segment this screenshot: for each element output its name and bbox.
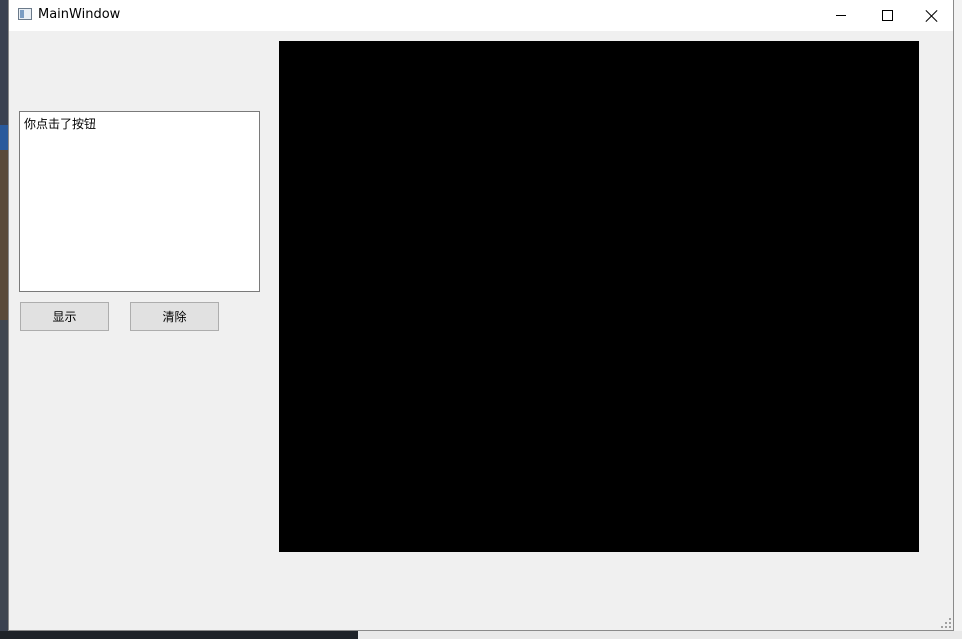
close-icon	[926, 10, 938, 22]
clear-button[interactable]: 清除	[130, 302, 219, 331]
desktop-strip	[0, 320, 8, 620]
maximize-button[interactable]	[864, 0, 910, 31]
show-button[interactable]: 显示	[20, 302, 109, 331]
maximize-icon	[881, 10, 893, 21]
window-title: MainWindow	[38, 7, 121, 22]
size-grip[interactable]	[941, 618, 951, 628]
desktop-background-left	[0, 0, 8, 639]
close-button[interactable]	[909, 0, 955, 31]
desktop-background-bottom-right	[358, 631, 962, 639]
minimize-icon	[836, 15, 846, 16]
app-window-icon	[18, 8, 32, 20]
desktop-background-right	[953, 0, 962, 639]
desktop-strip	[0, 125, 8, 150]
minimize-button[interactable]	[818, 0, 864, 31]
desktop-strip	[0, 150, 8, 320]
main-window: MainWindow 你点击了按钮 显示 清除	[8, 0, 954, 631]
output-text-area[interactable]: 你点击了按钮	[19, 111, 260, 292]
title-bar[interactable]: MainWindow	[9, 0, 953, 31]
video-display-area	[279, 41, 919, 552]
